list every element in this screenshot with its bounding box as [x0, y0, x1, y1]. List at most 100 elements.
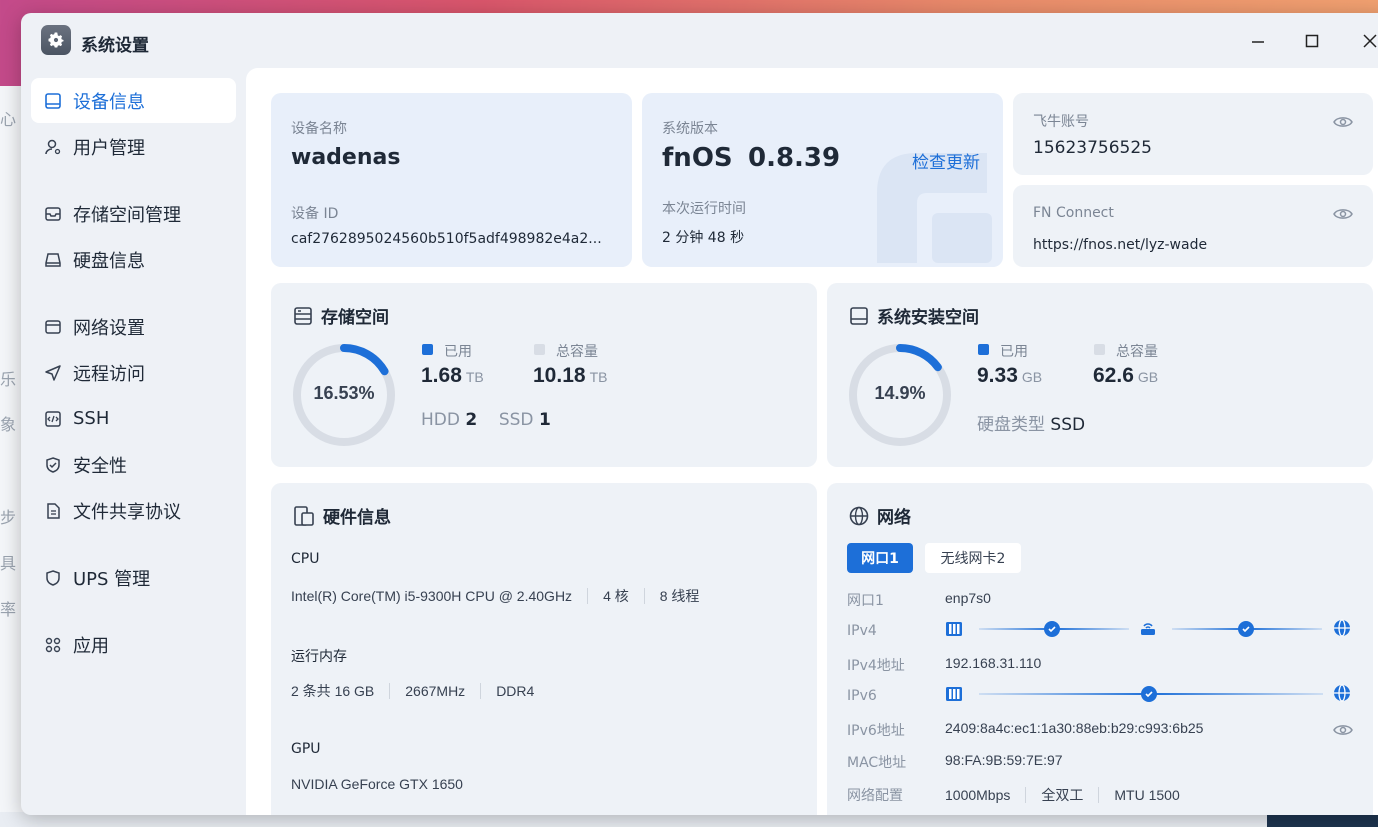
- sidebar-item-label: 应用: [73, 635, 109, 657]
- titlebar: 系统设置: [21, 13, 1378, 69]
- sidebar-item-file-sharing[interactable]: 文件共享协议: [31, 488, 236, 533]
- sidebar-item-network-settings[interactable]: 网络设置: [31, 304, 236, 349]
- main-content: 设备名称 wadenas 设备 ID caf2762895024560b510f…: [246, 68, 1378, 815]
- system-version-card: 系统版本 fnOS 0.8.39 检查更新 本次运行时间 2 分钟 48 秒: [642, 93, 1003, 267]
- sidebar-item-ssh[interactable]: SSH: [31, 396, 236, 441]
- disk-count: HDD 2 SSD 1: [421, 410, 551, 430]
- bg-text: 心: [0, 110, 17, 129]
- device-name-label: 设备名称: [291, 121, 347, 137]
- os-version: 0.8.39: [748, 143, 841, 173]
- used-label: 已用: [1000, 344, 1028, 360]
- sidebar-item-label: 安全性: [73, 455, 127, 477]
- sidebar-item-label: 远程访问: [73, 363, 145, 385]
- sidebar-item-label: 存储空间管理: [73, 204, 181, 226]
- system-storage-card: 系统安装空间 14.9% 已用 9.33 GB 总容量 62.6 GB 硬盘类型 S…: [827, 283, 1373, 467]
- cpu-info: Intel(R) Core(TM) i5-9300H CPU @ 2.40GHz…: [291, 588, 700, 604]
- storage-donut: 16.53%: [290, 341, 398, 449]
- globe-icon: [849, 506, 869, 525]
- port-value: enp7s0: [945, 590, 991, 606]
- remote-icon: [43, 363, 63, 383]
- sidebar-item-label: 用户管理: [73, 137, 145, 159]
- tab-wireless2[interactable]: 无线网卡2: [925, 543, 1021, 573]
- storage-card: 存储空间 16.53% 已用 1.68 TB 总容量 10.18 TB HDD 2 …: [271, 283, 817, 467]
- disk-icon: [43, 250, 63, 270]
- router-icon: [1141, 623, 1155, 635]
- device-name: wadenas: [291, 145, 401, 170]
- system-storage-percent: 14.9%: [874, 383, 926, 403]
- sidebar-item-label: 硬盘信息: [73, 250, 145, 272]
- hardware-card: 硬件信息 CPU Intel(R) Core(TM) i5-9300H CPU …: [271, 483, 817, 815]
- nas-icon: [946, 622, 962, 636]
- bg-text: 象: [0, 415, 17, 434]
- ipv6-address-label: IPv6地址: [847, 723, 905, 739]
- storage-percent: 16.53%: [313, 383, 375, 403]
- storage-used: 1.68 TB: [421, 364, 484, 387]
- eye-icon[interactable]: [1333, 207, 1353, 221]
- sidebar-item-label: 文件共享协议: [73, 501, 181, 523]
- total-legend-dot: [1094, 344, 1105, 355]
- storage-icon: [43, 204, 63, 224]
- network-card: 网络 网口1 无线网卡2 网口1 enp7s0 IPv4 IPv4地址 192.…: [827, 483, 1373, 815]
- sidebar-item-device-info[interactable]: 设备信息: [31, 78, 236, 123]
- bg-text: 步: [0, 508, 17, 527]
- gear-icon: [41, 25, 71, 55]
- bg-text: 乐: [0, 370, 17, 389]
- config-value: 1000Mbps 全双工 MTU 1500: [945, 787, 1180, 803]
- monitor-icon: [43, 91, 63, 111]
- account-card: 飞牛账号 15623756525: [1013, 93, 1373, 175]
- uptime-label: 本次运行时间: [662, 201, 746, 217]
- ipv4-label: IPv4: [847, 623, 877, 639]
- ssh-icon: [43, 409, 63, 429]
- settings-window: 系统设置 设备信息 用户管理 存储空间管理 硬盘信息 网络设置 远程访问 SSH…: [21, 13, 1378, 815]
- fn-connect-url: https://fnos.net/lyz-wade: [1033, 237, 1208, 253]
- version-label: 系统版本: [662, 121, 718, 137]
- port-label: 网口1: [847, 593, 884, 609]
- sidebar-item-ups[interactable]: UPS 管理: [31, 555, 236, 600]
- fn-connect-label: FN Connect: [1033, 205, 1114, 221]
- ipv6-address: 2409:8a4c:ec1:1a30:88eb:b29:c993:6b25: [945, 720, 1204, 736]
- sidebar-item-security[interactable]: 安全性: [31, 442, 236, 487]
- memory-label: 运行内存: [291, 649, 347, 665]
- shield-check-icon: [43, 455, 63, 475]
- eye-icon[interactable]: [1333, 723, 1353, 737]
- gpu-info: NVIDIA GeForce GTX 1650: [291, 776, 463, 792]
- os-name: fnOS: [662, 143, 733, 173]
- sidebar-item-apps[interactable]: 应用: [31, 622, 236, 667]
- storage-list-icon: [294, 306, 312, 325]
- sidebar-item-storage-management[interactable]: 存储空间管理: [31, 191, 236, 236]
- system-storage-donut: 14.9%: [846, 341, 954, 449]
- hardware-title-text: 硬件信息: [323, 508, 391, 528]
- total-legend-dot: [534, 344, 545, 355]
- ipv4-address: 192.168.31.110: [945, 655, 1042, 671]
- system-storage-total: 62.6 GB: [1093, 364, 1159, 387]
- mac-label: MAC地址: [847, 755, 907, 771]
- maximize-button[interactable]: [1292, 27, 1332, 55]
- config-label: 网络配置: [847, 788, 903, 804]
- tab-port1[interactable]: 网口1: [847, 543, 913, 573]
- storage-total: 10.18 TB: [533, 364, 608, 387]
- sidebar-item-remote-access[interactable]: 远程访问: [31, 350, 236, 395]
- gpu-label: GPU: [291, 741, 321, 757]
- storage-title-text: 存储空间: [321, 308, 389, 328]
- cpu-label: CPU: [291, 551, 320, 567]
- system-storage-title-text: 系统安装空间: [877, 308, 979, 328]
- sidebar-item-label: 网络设置: [73, 317, 145, 339]
- eye-icon[interactable]: [1333, 115, 1353, 129]
- check-update-link[interactable]: 检查更新: [912, 148, 980, 173]
- minimize-button[interactable]: [1238, 27, 1278, 55]
- close-icon: [1363, 34, 1377, 48]
- sidebar-item-disk-info[interactable]: 硬盘信息: [31, 237, 236, 282]
- shield-icon: [43, 568, 63, 588]
- network-icon: [43, 317, 63, 337]
- bg-text: 率: [0, 600, 17, 619]
- storage-title: 存储空间: [293, 303, 389, 328]
- bg-text: 具: [0, 554, 17, 573]
- ipv4-address-label: IPv4地址: [847, 658, 905, 674]
- nas-icon: [946, 687, 962, 701]
- hardware-icon: [294, 505, 314, 526]
- close-button[interactable]: [1350, 27, 1378, 55]
- user-icon: [43, 137, 63, 157]
- internet-icon: [1334, 619, 1350, 637]
- sidebar-item-user-management[interactable]: 用户管理: [31, 124, 236, 169]
- maximize-icon: [1305, 34, 1319, 48]
